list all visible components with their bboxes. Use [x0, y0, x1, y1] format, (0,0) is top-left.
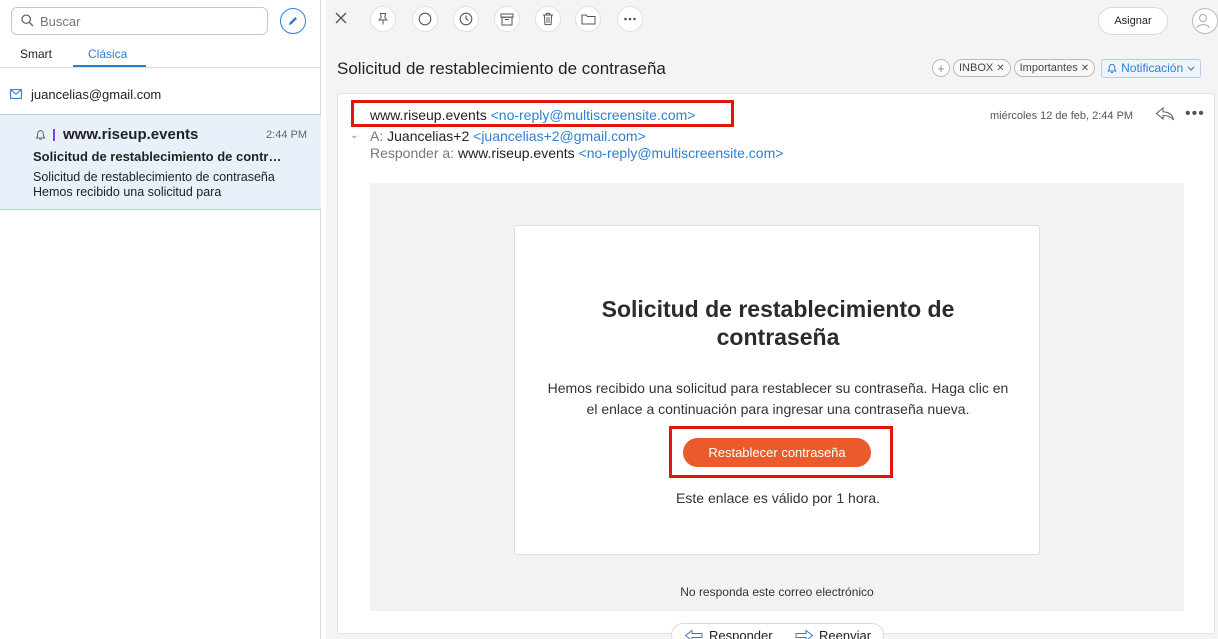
- page-title: Solicitud de restablecimiento de contras…: [337, 59, 666, 78]
- forward-label: Reenviar: [819, 628, 872, 639]
- view-tabs: Smart Clásica: [0, 40, 321, 68]
- active-tab-indicator: [73, 65, 146, 67]
- reply-to-label: Responder a:: [370, 145, 455, 161]
- list-item[interactable]: www.riseup.events 2:44 PM Solicitud de r…: [0, 114, 321, 210]
- search-box[interactable]: [11, 7, 268, 35]
- pin-icon: [378, 13, 388, 25]
- category-marker: [53, 129, 55, 141]
- recipient-name: Juancelias+2: [387, 128, 470, 144]
- tab-clasica[interactable]: Clásica: [88, 47, 127, 61]
- message-sender: www.riseup.events: [63, 126, 199, 143]
- tag-bar: + INBOX ✕ Importantes ✕ Notificación: [932, 58, 1202, 78]
- delete-button[interactable]: [535, 6, 561, 32]
- email-heading: Solicitud de restablecimiento de contras…: [515, 295, 1041, 351]
- email-heading-line-1: Solicitud de restablecimiento de: [601, 296, 955, 322]
- more-icon: [624, 17, 636, 21]
- tag-importantes[interactable]: Importantes ✕: [1013, 59, 1096, 77]
- message-preview: Solicitud de restablecimiento de contras…: [33, 170, 313, 200]
- message-subject: Solicitud de restablecimiento de contr…: [33, 149, 282, 164]
- message-pane: Asignar Solicitud de restablecimiento de…: [326, 0, 1218, 639]
- trash-icon: [543, 12, 553, 26]
- remove-tag-icon[interactable]: ✕: [1081, 63, 1089, 74]
- more-button[interactable]: [617, 6, 643, 32]
- tag-inbox[interactable]: INBOX ✕: [953, 59, 1011, 77]
- assign-button[interactable]: Asignar: [1098, 7, 1168, 35]
- notification-label: Notificación: [1121, 61, 1184, 75]
- folder-icon: [581, 14, 595, 25]
- search-input[interactable]: [40, 12, 260, 30]
- account-header[interactable]: juancelias@gmail.com: [0, 79, 321, 111]
- search-icon: [21, 14, 34, 27]
- highlight-box-sender: [351, 100, 734, 127]
- reply-icon[interactable]: [1155, 106, 1175, 122]
- reply-to-email[interactable]: <no-reply@multiscreensite.com>: [579, 145, 784, 161]
- snooze-button[interactable]: [453, 6, 479, 32]
- forward-icon: [795, 628, 814, 639]
- notification-dropdown[interactable]: Notificación: [1101, 58, 1202, 78]
- add-user-button[interactable]: [1192, 8, 1218, 34]
- email-heading-line-2: contraseña: [716, 324, 840, 350]
- mail-app: Smart Clásica juancelias@gmail.com www.r…: [0, 0, 1218, 639]
- circle-icon: [418, 12, 432, 26]
- reply-button[interactable]: Responder: [684, 628, 773, 639]
- tag-label: INBOX: [959, 62, 994, 74]
- mark-read-button[interactable]: [412, 6, 438, 32]
- add-tag-button[interactable]: +: [932, 59, 950, 77]
- account-email: juancelias@gmail.com: [31, 87, 162, 102]
- email-body: Solicitud de restablecimiento de contras…: [370, 183, 1184, 611]
- email-content-box: Solicitud de restablecimiento de contras…: [514, 225, 1040, 555]
- reply-label: Responder: [709, 628, 773, 639]
- pencil-icon: [289, 17, 297, 25]
- reply-actions-bar: Responder Reenviar: [671, 623, 884, 639]
- recipient-email[interactable]: <juancelias+2@gmail.com>: [473, 128, 646, 144]
- message-card: www.riseup.events <no-reply@multiscreens…: [337, 93, 1215, 634]
- tab-smart[interactable]: Smart: [20, 47, 52, 61]
- email-message-line-1: Hemos recibido una solicitud para restab…: [547, 380, 1009, 396]
- archive-button[interactable]: [494, 6, 520, 32]
- compose-button[interactable]: [280, 8, 306, 34]
- recipient-line: A: Juancelias+2 <juancelias+2@gmail.com>: [370, 128, 646, 144]
- message-more-icon[interactable]: •••: [1185, 105, 1205, 123]
- link-validity-text: Este enlace es válido por 1 hora.: [676, 490, 880, 506]
- add-user-icon: [1196, 14, 1210, 29]
- highlight-box-button: [669, 426, 893, 478]
- email-message-line-2: el enlace a continuación para ingresar u…: [586, 401, 970, 417]
- chevron-down-icon[interactable]: ⌄: [350, 130, 358, 141]
- email-footer: No responda este correo electrónico: [680, 585, 874, 599]
- email-message: Hemos recibido una solicitud para restab…: [540, 378, 1016, 420]
- tag-label: Importantes: [1019, 62, 1078, 74]
- remove-tag-icon[interactable]: ✕: [996, 63, 1004, 74]
- message-time: 2:44 PM: [266, 129, 307, 141]
- message-date: miércoles 12 de feb, 2:44 PM: [990, 110, 1134, 122]
- reply-to-name: www.riseup.events: [457, 145, 575, 161]
- toolbar: Asignar: [326, 0, 1218, 42]
- reply-icon: [684, 628, 703, 639]
- move-button[interactable]: [575, 6, 601, 32]
- sidebar: Smart Clásica juancelias@gmail.com www.r…: [0, 0, 321, 639]
- to-label: A:: [370, 128, 384, 144]
- close-icon[interactable]: [334, 11, 348, 25]
- forward-button[interactable]: Reenviar: [794, 628, 871, 639]
- bell-icon: [35, 129, 46, 140]
- pin-button[interactable]: [370, 6, 396, 32]
- preview-line-1: Solicitud de restablecimiento de contras…: [33, 170, 275, 184]
- clock-icon: [459, 12, 473, 26]
- preview-line-2: Hemos recibido una solicitud para: [33, 185, 222, 199]
- chevron-down-icon: [1187, 65, 1195, 71]
- envelope-icon: [10, 89, 22, 99]
- bell-icon: [1107, 63, 1117, 73]
- reply-to-line: Responder a: www.riseup.events <no-reply…: [370, 145, 783, 161]
- archive-icon: [500, 13, 514, 25]
